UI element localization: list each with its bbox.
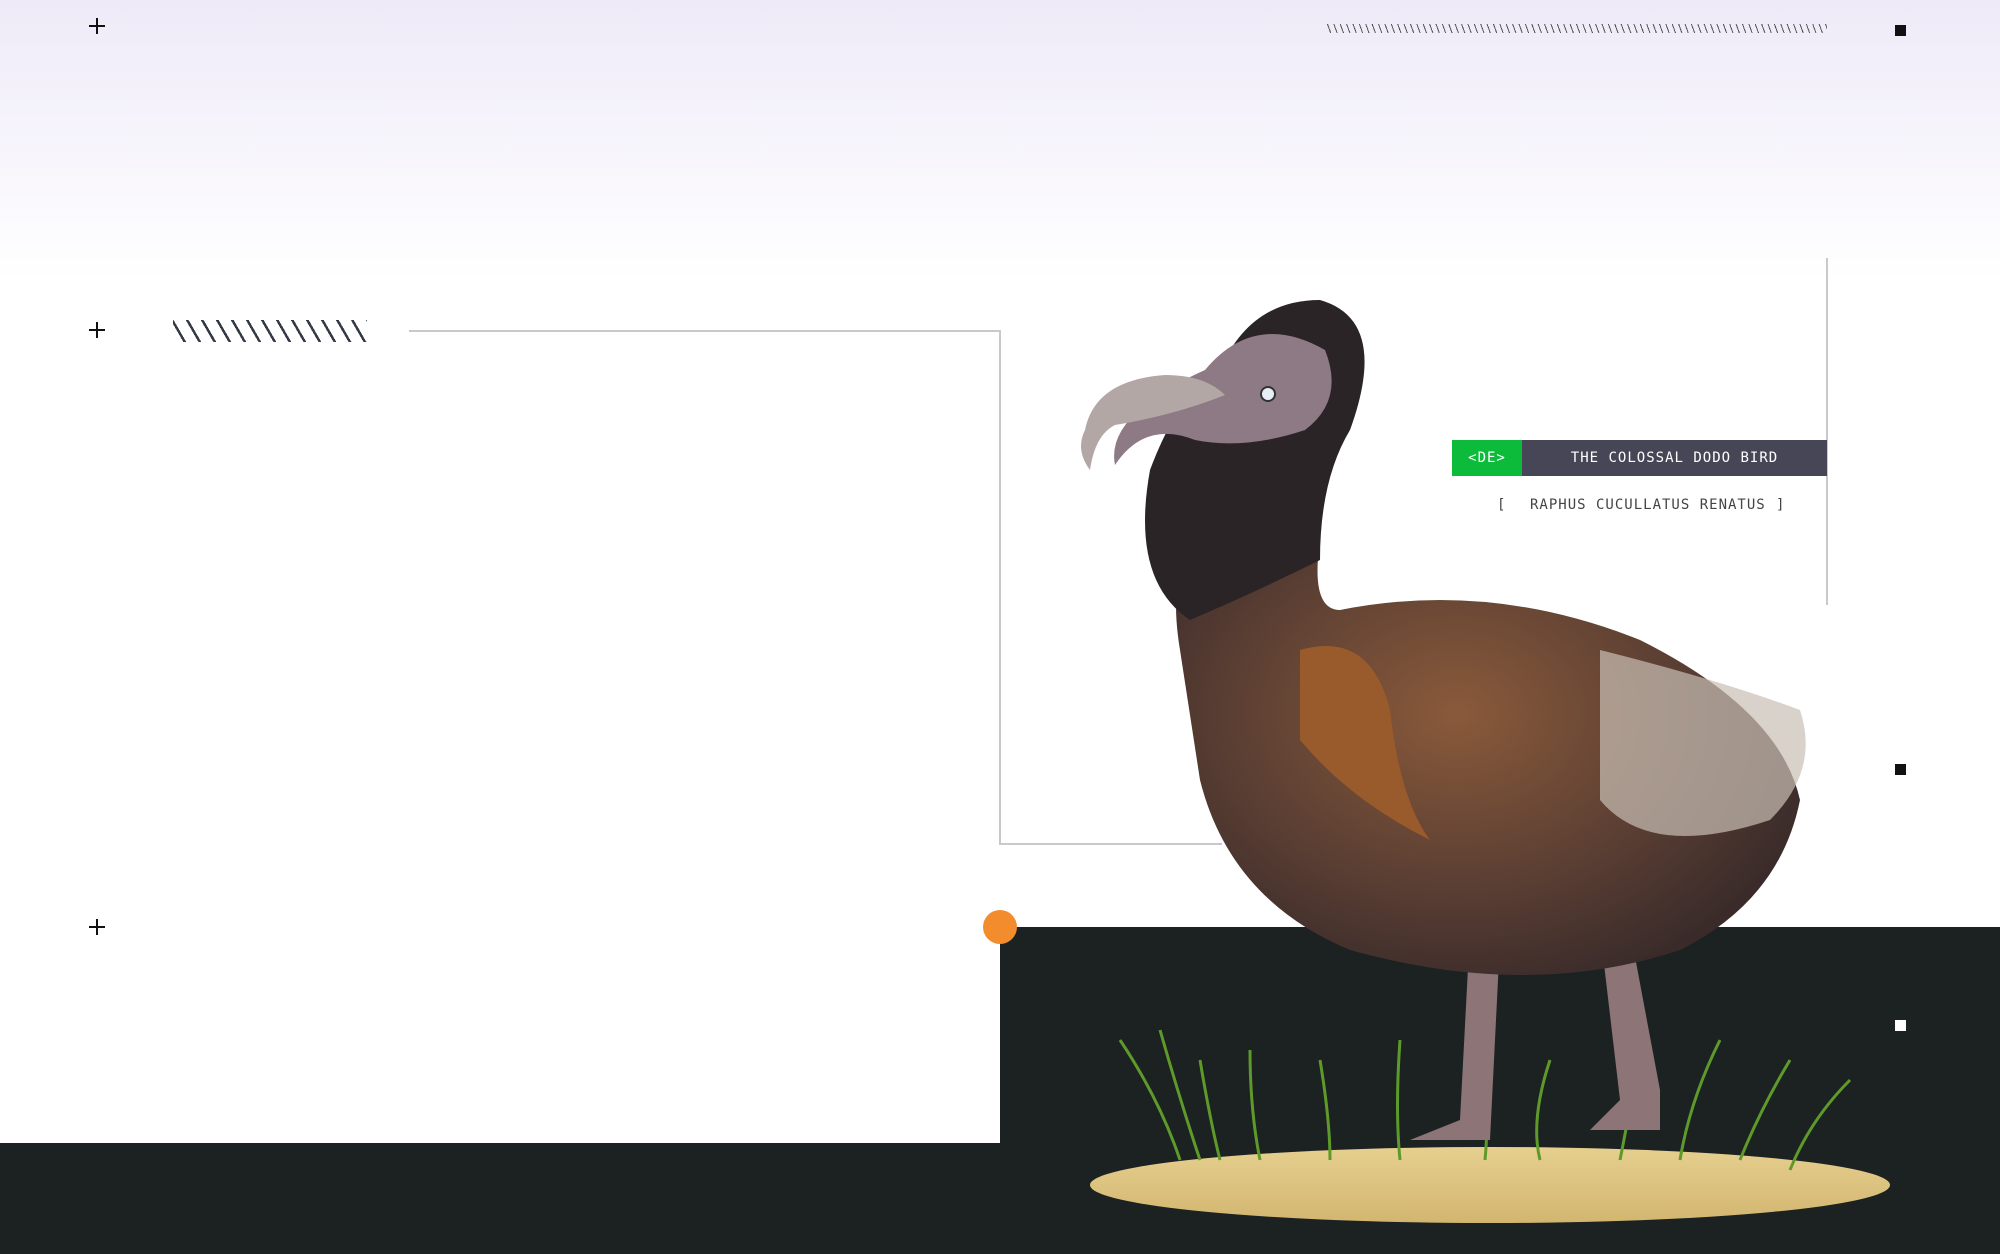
dodo-illustration	[1081, 300, 1890, 1223]
specimen-code: <DE>	[1452, 440, 1522, 476]
specimen-tag: <DE> THE COLOSSAL DODO BIRD	[1452, 440, 1827, 476]
specimen-title: THE COLOSSAL DODO BIRD	[1522, 440, 1827, 476]
bracket-close: ]	[1776, 497, 1786, 513]
scientific-name: RAPHUS CUCULLATUS RENATUS	[1530, 497, 1766, 513]
eye	[1260, 386, 1276, 402]
sand-island	[1090, 1147, 1890, 1223]
bracket-open: [	[1497, 497, 1507, 513]
